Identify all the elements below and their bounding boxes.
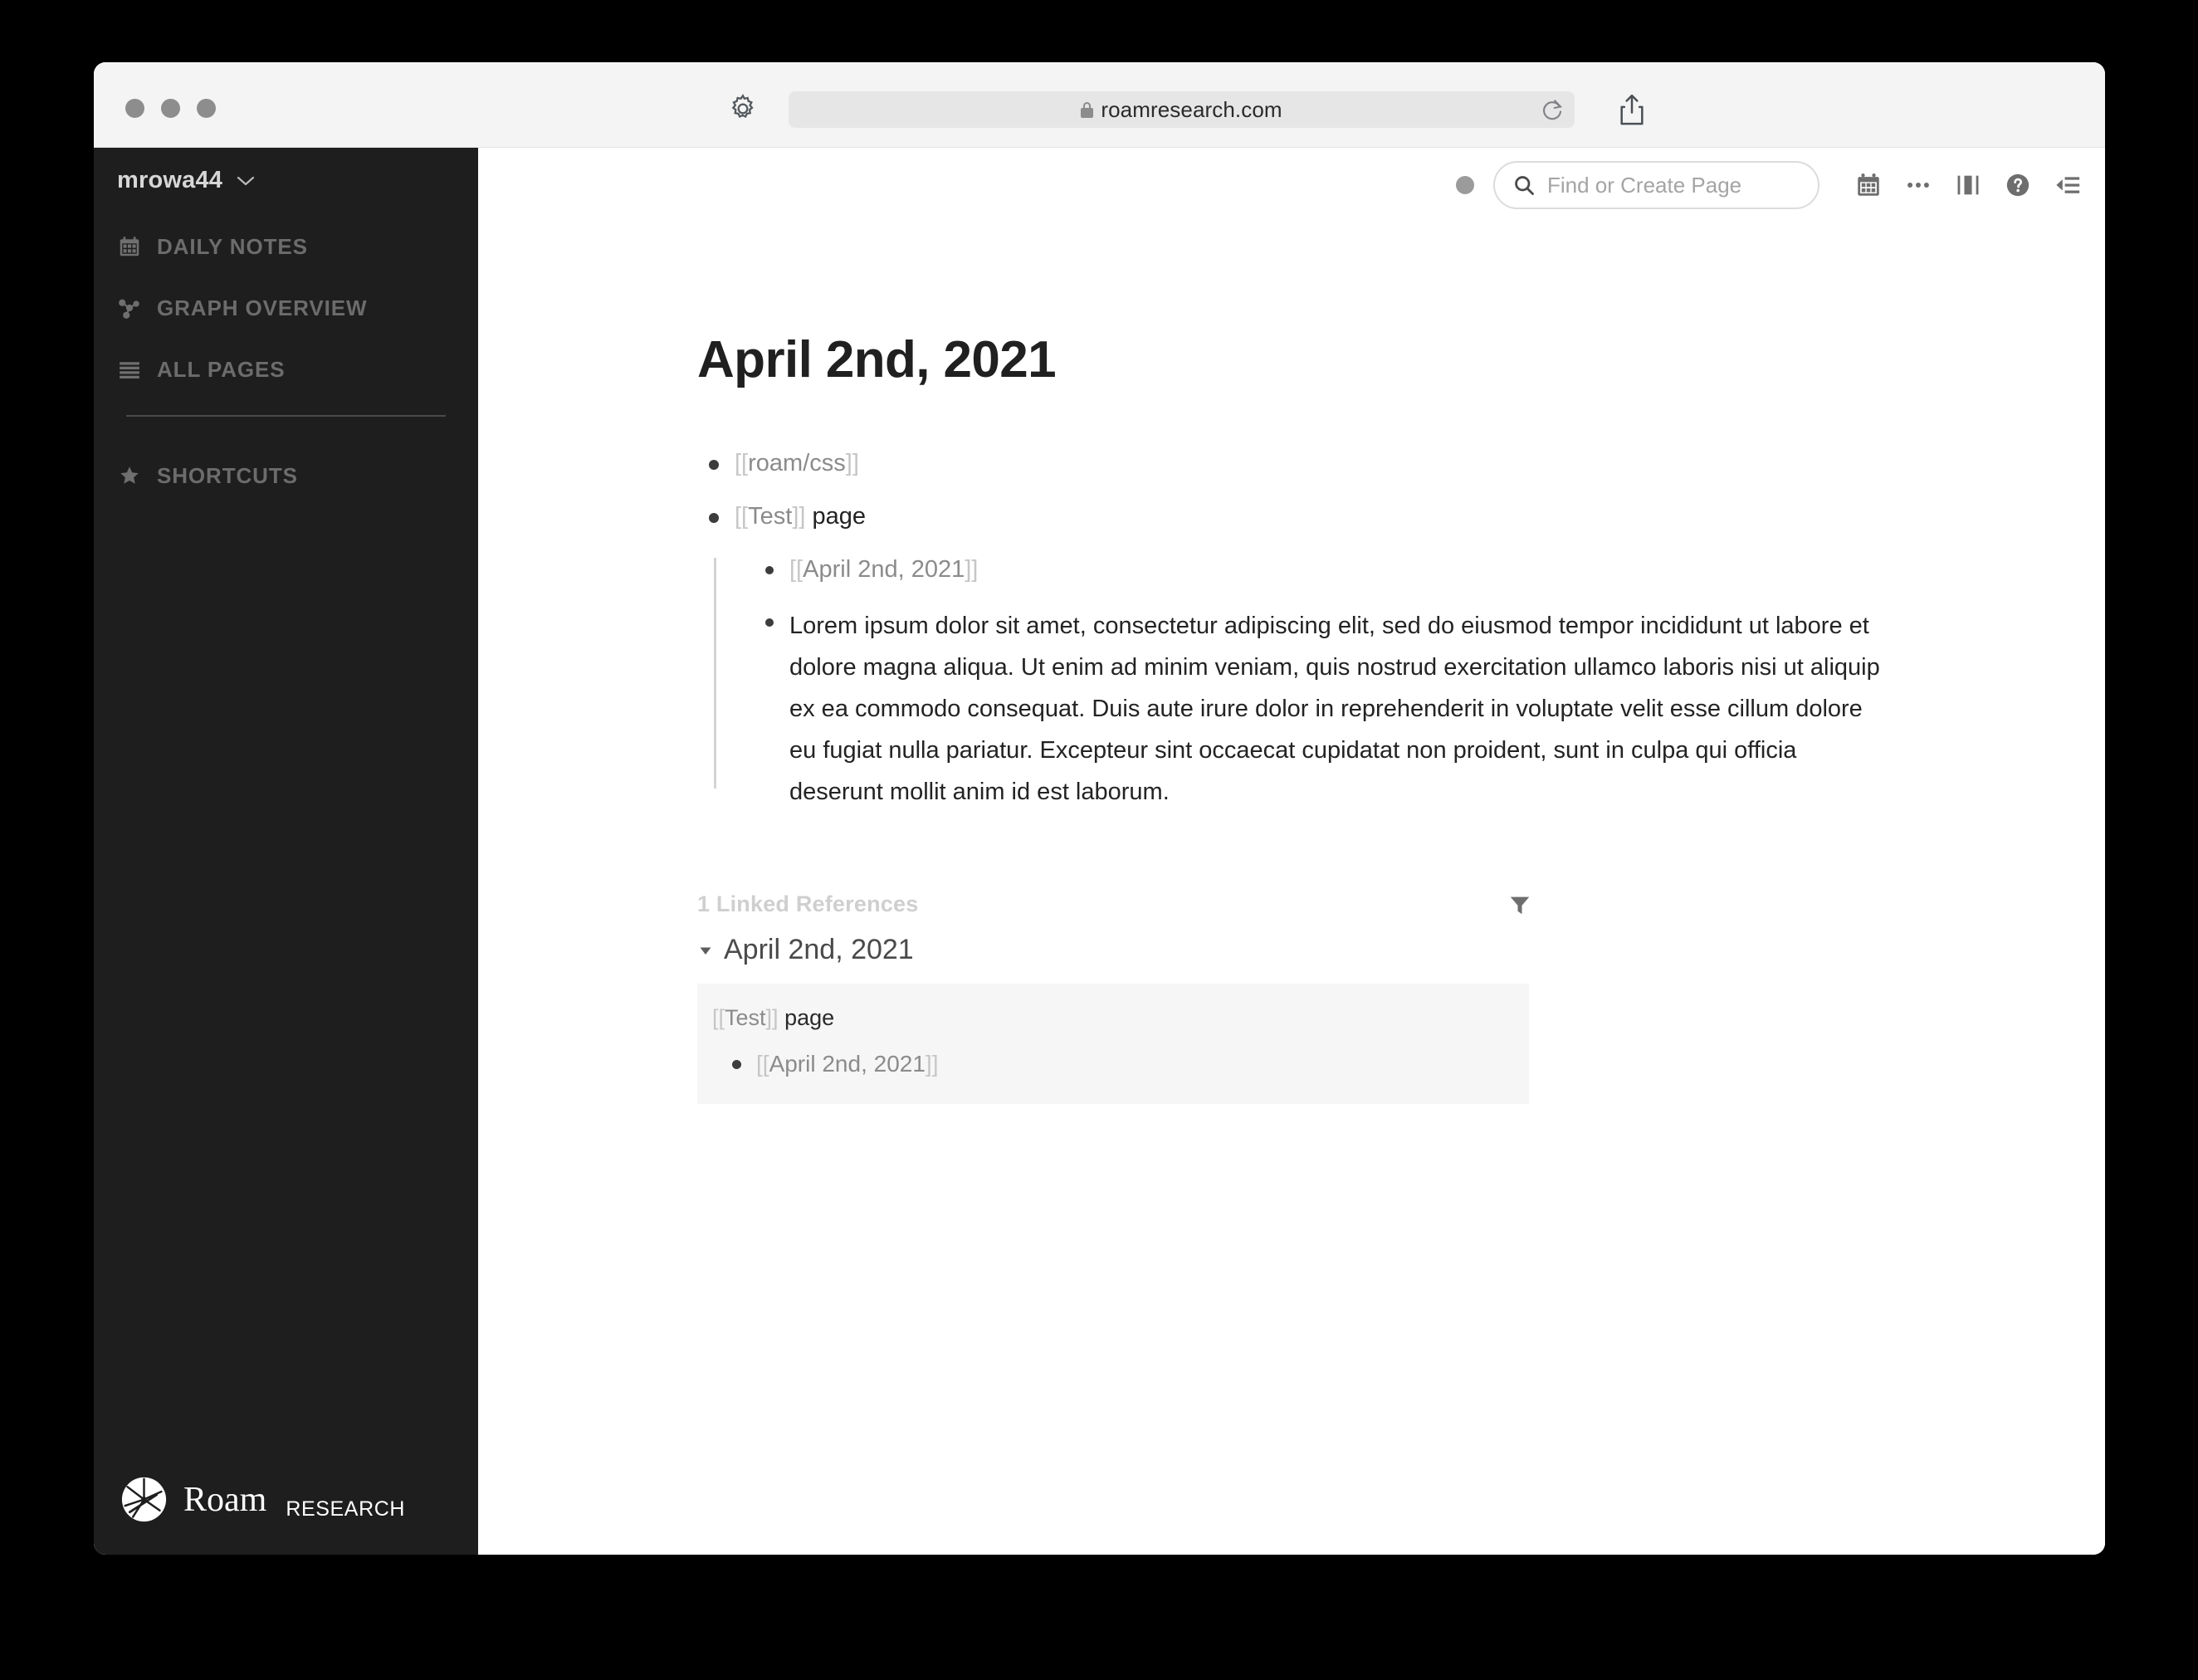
window-traffic-lights — [125, 99, 216, 118]
star-icon — [117, 463, 142, 488]
bracket-open: [[ — [756, 1051, 769, 1077]
close-window-button[interactable] — [125, 99, 144, 118]
linked-reference-block-text: [[Test]] page — [712, 1004, 1529, 1032]
block-text: Lorem ipsum dolor sit amet, consectetur … — [789, 613, 1880, 805]
list-lines-icon — [117, 357, 142, 382]
reload-icon[interactable] — [1540, 97, 1565, 122]
block-april-2nd-ref[interactable]: [[April 2nd, 2021]] — [754, 553, 1886, 587]
linked-reference-page-title[interactable]: April 2nd, 2021 — [724, 934, 914, 966]
sidebar-item-daily-notes[interactable]: DAILY NOTES — [117, 227, 449, 266]
share-icon[interactable] — [1615, 92, 1648, 129]
block-lorem-paragraph[interactable]: Lorem ipsum dolor sit amet, consectetur … — [754, 605, 1886, 813]
roam-logo-subword: RESEARCH — [286, 1497, 406, 1521]
bullet-icon[interactable] — [732, 1060, 741, 1069]
shortcuts-section: SHORTCUTS — [117, 457, 449, 518]
page-title: April 2nd, 2021 — [697, 331, 1057, 388]
split-view-icon[interactable] — [1949, 166, 1987, 204]
sidebar-item-label: GRAPH OVERVIEW — [157, 295, 368, 320]
browser-toolbar: roamresearch.com — [94, 62, 2105, 148]
bracket-close: ]] — [765, 1005, 779, 1030]
linked-reference-child-block[interactable]: [[April 2nd, 2021]] — [732, 1049, 1529, 1079]
linked-reference-block[interactable]: [[Test]] page [[April 2nd, 2021]] — [697, 984, 1529, 1104]
gear-icon[interactable] — [726, 92, 760, 125]
linked-references-count: 1 Linked References — [697, 891, 919, 916]
graph-icon — [117, 295, 142, 320]
user-menu-button[interactable]: mrowa44 — [117, 167, 256, 194]
help-icon[interactable] — [1999, 166, 2037, 204]
block-text: [[roam/css]] — [735, 447, 859, 481]
sidebar-item-label: ALL PAGES — [157, 356, 286, 382]
page-reference-link[interactable]: April 2nd, 2021 — [769, 1051, 926, 1077]
page-reference-link[interactable]: Test — [748, 503, 792, 530]
bracket-open: [[ — [735, 450, 749, 476]
sidebar-item-label: SHORTCUTS — [157, 462, 298, 488]
url-text: roamresearch.com — [1101, 96, 1282, 122]
minimize-window-button[interactable] — [161, 99, 180, 118]
address-bar[interactable]: roamresearch.com — [789, 91, 1575, 128]
roam-logo: Roam RESEARCH — [120, 1476, 405, 1523]
bracket-open: [[ — [712, 1005, 725, 1030]
bracket-close: ]] — [925, 1051, 939, 1077]
bullet-icon[interactable] — [765, 618, 774, 627]
block-text-tail: page — [805, 503, 867, 530]
block-tree: [[roam/css]] [[Test]] page [[April 2nd, … — [697, 447, 1886, 813]
page-reference-link[interactable]: April 2nd, 2021 — [803, 556, 965, 583]
app-body: mrowa44 DAILY NOTES GRAPH OVERVIEW ALL P… — [94, 148, 2105, 1555]
block-text: [[Test]] page — [735, 500, 866, 534]
left-sidebar: mrowa44 DAILY NOTES GRAPH OVERVIEW ALL P… — [94, 148, 478, 1555]
bullet-icon[interactable] — [709, 460, 719, 470]
bullet-icon[interactable] — [765, 566, 774, 574]
filter-icon[interactable] — [1507, 892, 1532, 917]
bracket-open: [[ — [735, 503, 749, 530]
block-roam-css[interactable]: [[roam/css]] — [697, 447, 1886, 481]
nested-block-group: [[April 2nd, 2021]] Lorem ipsum dolor si… — [714, 553, 1886, 813]
linked-references-section: 1 Linked References April 2nd, 2021 [[Te… — [697, 891, 1886, 1104]
caret-down-icon[interactable] — [697, 942, 714, 959]
sidebar-nav: DAILY NOTES GRAPH OVERVIEW ALL PAGES — [117, 227, 449, 412]
sidebar-divider — [126, 415, 446, 417]
calendar-icon — [117, 234, 142, 259]
linked-reference-block-tail: page — [778, 1005, 835, 1030]
page-content: April 2nd, 2021 [[roam/css]] [[Test]] pa… — [697, 148, 1886, 1104]
linked-reference-page-row[interactable]: April 2nd, 2021 — [697, 934, 1886, 966]
bracket-close: ]] — [845, 450, 859, 476]
block-text: [[April 2nd, 2021]] — [789, 553, 978, 587]
block-guideline — [714, 558, 716, 789]
page-reference-link[interactable]: Test — [725, 1005, 766, 1030]
collapse-sidebar-icon[interactable] — [2049, 166, 2087, 204]
sidebar-item-label: DAILY NOTES — [157, 233, 308, 259]
sidebar-item-shortcuts[interactable]: SHORTCUTS — [117, 457, 449, 495]
block-level-1: [[roam/css]] [[Test]] page [[April 2nd, … — [697, 447, 1886, 813]
browser-window: roamresearch.com mrowa44 DAILY NOTES GRA… — [94, 62, 2105, 1555]
block-text: [[April 2nd, 2021]] — [756, 1049, 938, 1079]
block-test-page[interactable]: [[Test]] page — [697, 500, 1886, 534]
linked-references-header: 1 Linked References — [697, 891, 1532, 917]
roam-logo-word: Roam — [183, 1480, 267, 1519]
more-horizontal-icon[interactable] — [1899, 166, 1937, 204]
sidebar-item-graph-overview[interactable]: GRAPH OVERVIEW — [117, 289, 449, 327]
user-name: mrowa44 — [117, 167, 223, 193]
roam-logo-icon — [120, 1476, 168, 1523]
page-reference-link[interactable]: roam/css — [748, 450, 846, 476]
bracket-close: ]] — [792, 503, 806, 530]
zoom-window-button[interactable] — [197, 99, 216, 118]
main-content-area: Find or Create Page April 2nd, 2021 [[ro… — [478, 148, 2105, 1555]
sidebar-item-all-pages[interactable]: ALL PAGES — [117, 350, 449, 388]
chevron-down-icon — [236, 174, 256, 188]
bracket-open: [[ — [789, 556, 803, 583]
bracket-close: ]] — [965, 556, 979, 583]
lock-icon — [1081, 101, 1094, 118]
bullet-icon[interactable] — [709, 513, 719, 523]
